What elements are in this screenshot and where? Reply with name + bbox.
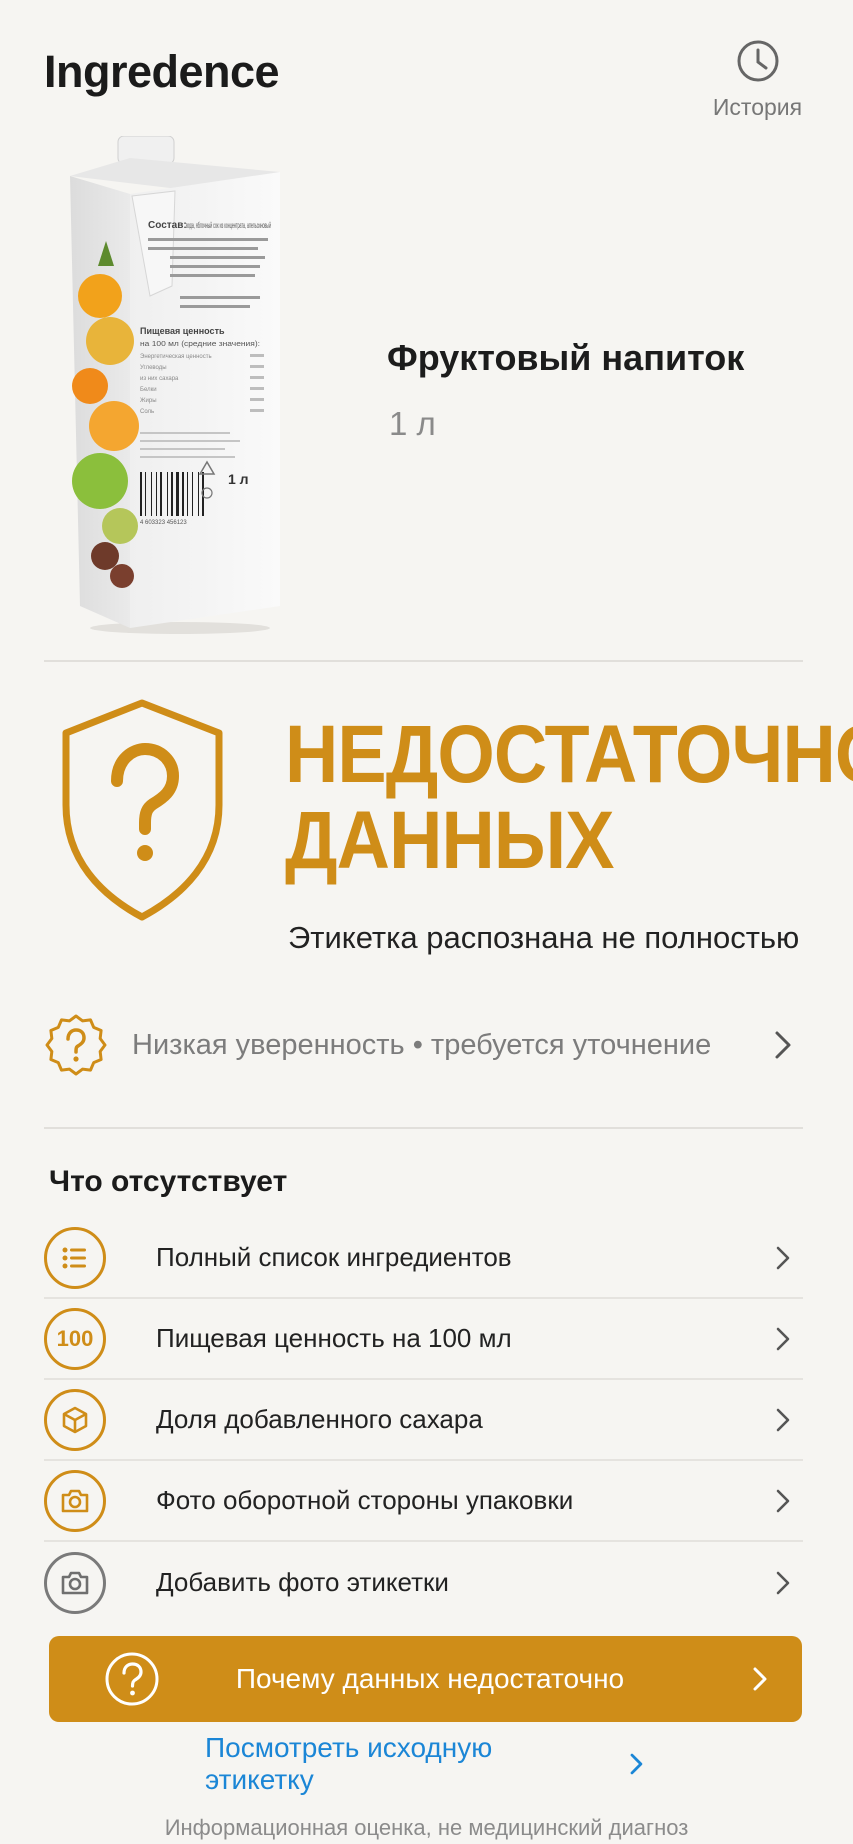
app-title: Ingredence <box>44 46 280 97</box>
chevron-right-icon <box>630 1753 643 1775</box>
missing-item-label: Добавить фото этикетки <box>156 1567 449 1597</box>
history-button[interactable]: История <box>710 38 805 128</box>
product-name: Фруктовый напиток <box>387 337 745 378</box>
history-label: История <box>712 94 803 120</box>
status-title: НЕДОСТАТОЧНО ДАННЫХ <box>285 712 853 884</box>
missing-item-back-photo[interactable]: Фото оборотной стороны упаковки <box>44 1461 803 1542</box>
product-volume: 1 л <box>389 405 436 442</box>
chevron-right-icon <box>763 1407 803 1433</box>
package-nutrition-row: Белки <box>140 387 157 393</box>
package-nutrition-row: Соль <box>140 409 154 415</box>
hundred-icon: 100 <box>44 1307 106 1370</box>
missing-item-label: Пищевая ценность на 100 мл <box>156 1323 512 1353</box>
package-volume-mark: 1 л <box>228 471 249 487</box>
camera-icon <box>44 1469 106 1532</box>
chevron-right-icon <box>763 1570 803 1596</box>
chevron-right-icon <box>763 1326 803 1352</box>
why-insufficient-label: Почему данных недостаточно <box>235 1663 625 1694</box>
confidence-row[interactable]: Низкая уверенность • требуется уточнение <box>44 1005 803 1085</box>
status-title-line1: НЕДОСТАТОЧНО <box>285 709 853 800</box>
missing-item-nutrition[interactable]: 100 Пищевая ценность на 100 мл <box>44 1299 803 1380</box>
missing-section-title: Что отсутствует <box>49 1165 288 1198</box>
confidence-text: Низкая уверенность • требуется уточнение <box>132 1028 712 1061</box>
package-nutrition-title: Пищевая ценность <box>140 326 225 336</box>
chevron-right-icon <box>763 1030 803 1060</box>
question-badge-icon <box>45 1014 107 1076</box>
shield-question-icon <box>62 699 223 921</box>
package-nutrition-row: Энергетическая ценность <box>140 354 212 360</box>
missing-list: Полный список ингредиентов 100 Пищевая ц… <box>44 1218 803 1623</box>
package-nutrition-subtitle: на 100 мл (средние значения): <box>140 341 260 348</box>
divider <box>44 1127 803 1129</box>
missing-item-label: Фото оборотной стороны упаковки <box>156 1485 574 1515</box>
package-nutrition-row: из них сахара <box>140 376 179 382</box>
missing-item-label: Доля добавленного сахара <box>156 1404 483 1434</box>
camera-icon <box>44 1551 106 1614</box>
product-image: Состав: вода, яблочный сок из концентрат… <box>70 136 280 634</box>
missing-item-ingredients[interactable]: Полный список ингредиентов <box>44 1218 803 1299</box>
package-composition-text: вода, яблочный сок из концентрата, апель… <box>186 221 271 230</box>
disclaimer: Информационная оценка, не медицинский ди… <box>164 1815 689 1840</box>
chevron-right-icon <box>763 1245 803 1271</box>
view-original-label-link[interactable]: Посмотреть исходную этикетку <box>205 1732 645 1795</box>
divider <box>44 660 803 662</box>
view-original-label-text: Посмотреть исходную этикетку <box>205 1732 493 1795</box>
chevron-right-icon <box>763 1488 803 1514</box>
package-composition-label: Состав: <box>148 220 187 231</box>
status-subtitle: Этикетка распознана не полностью <box>288 920 800 955</box>
why-insufficient-button[interactable]: Почему данных недостаточно <box>49 1636 802 1722</box>
list-icon <box>44 1226 106 1289</box>
missing-item-add-photo[interactable]: Добавить фото этикетки <box>44 1542 803 1623</box>
clock-icon <box>737 40 778 82</box>
chevron-right-icon <box>740 1665 780 1693</box>
cube-icon <box>44 1388 106 1451</box>
package-nutrition-row: Углеводы <box>140 365 167 371</box>
status-title-line2: ДАННЫХ <box>285 795 614 886</box>
package-barcode-number: 4 603323 456123 <box>140 520 187 526</box>
missing-item-label: Полный список ингредиентов <box>156 1242 512 1272</box>
missing-item-sugar[interactable]: Доля добавленного сахара <box>44 1380 803 1461</box>
package-nutrition-row: Жиры <box>140 398 157 404</box>
